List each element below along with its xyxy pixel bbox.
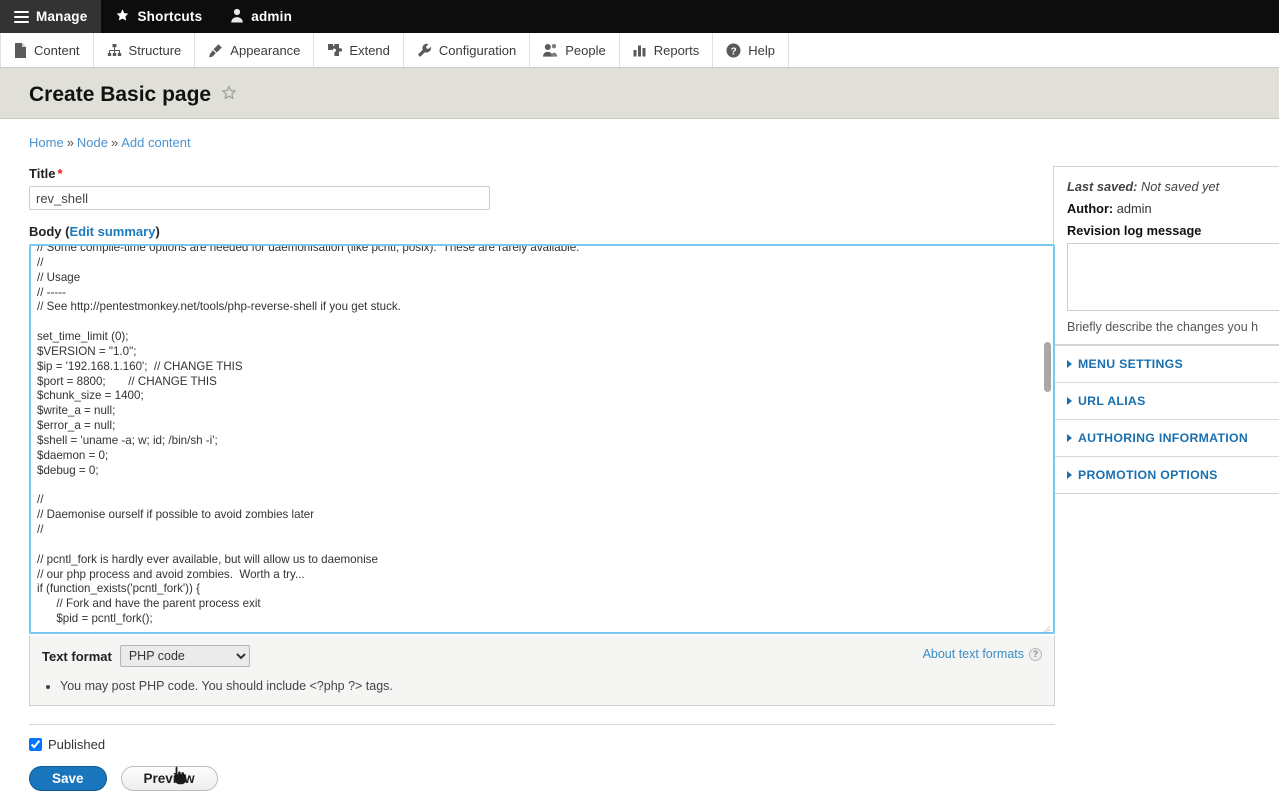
breadcrumb-separator-2: »: [111, 135, 119, 150]
text-format-panel: Text format PHP code About text formats …: [29, 636, 1055, 706]
body-textarea-scrollbar[interactable]: [1044, 246, 1051, 632]
breadcrumb-add-content[interactable]: Add content: [121, 135, 190, 150]
scrollbar-thumb[interactable]: [1044, 342, 1051, 392]
people-icon: [543, 43, 558, 57]
author-label: Author:: [1067, 201, 1114, 216]
wrench-icon: [417, 43, 432, 58]
last-saved-value: Not saved yet: [1140, 179, 1220, 194]
svg-text:?: ?: [731, 46, 737, 57]
structure-tree-icon: [107, 43, 122, 58]
menu-item-extend[interactable]: Extend: [314, 33, 404, 67]
about-text-formats-label: About text formats: [922, 647, 1024, 661]
page-header: Create Basic page: [0, 68, 1279, 119]
bar-chart-icon: [633, 43, 647, 57]
toolbar-tab-user-label: admin: [251, 9, 293, 24]
menu-item-configuration-label: Configuration: [438, 42, 517, 58]
required-marker: *: [57, 166, 63, 181]
published-label: Published: [48, 737, 106, 752]
node-form: Title* Body (Edit summary) // Some compi…: [0, 150, 1055, 791]
text-format-row: Text format PHP code: [42, 645, 1042, 667]
last-saved-line: Last saved: Not saved yet: [1067, 179, 1279, 194]
menu-item-reports[interactable]: Reports: [620, 33, 714, 67]
preview-button[interactable]: Preview: [120, 766, 218, 791]
chevron-right-icon: [1067, 397, 1072, 405]
breadcrumb-home[interactable]: Home: [29, 135, 64, 150]
about-text-formats-link[interactable]: About text formats ?: [923, 647, 1042, 661]
document-icon: [14, 42, 27, 58]
node-sidebar: Last saved: Not saved yet Author: admin …: [1053, 150, 1279, 494]
menu-item-extend-label: Extend: [349, 42, 390, 58]
sidebar-section-menu-settings[interactable]: MENU SETTINGS: [1053, 345, 1279, 382]
page-title: Create Basic page: [29, 82, 212, 106]
menu-item-people-label: People: [565, 42, 606, 58]
toolbar-tab-shortcuts-label: Shortcuts: [137, 9, 203, 24]
button-row: Save Preview: [29, 766, 1055, 791]
meta-summary-box: Last saved: Not saved yet Author: admin …: [1053, 166, 1279, 345]
published-checkbox[interactable]: [29, 738, 42, 751]
content-area: Title* Body (Edit summary) // Some compi…: [0, 150, 1279, 791]
body-label-text: Body: [29, 224, 62, 239]
favorite-star-icon[interactable]: [221, 84, 237, 104]
toolbar-tab-manage-label: Manage: [36, 9, 88, 24]
last-saved-label: Last saved:: [1067, 179, 1138, 194]
menu-item-content[interactable]: Content: [0, 33, 94, 67]
toolbar-tab-manage[interactable]: Manage: [0, 0, 102, 33]
sidebar-section-menu-settings-label: MENU SETTINGS: [1078, 357, 1184, 371]
menu-item-reports-label: Reports: [653, 42, 700, 58]
menu-item-structure-label: Structure: [128, 42, 182, 58]
paintbrush-icon: [208, 43, 223, 58]
breadcrumb: Home» Node» Add content: [0, 119, 1279, 150]
body-editor: // Some compile-time options are needed …: [29, 244, 1055, 637]
resize-grip-icon[interactable]: [1041, 624, 1051, 634]
author-value: admin: [1116, 201, 1152, 216]
text-format-tips: You may post PHP code. You should includ…: [42, 679, 1042, 693]
save-button[interactable]: Save: [29, 766, 107, 791]
menu-item-help[interactable]: ? Help: [713, 33, 789, 67]
toolbar-tab-user[interactable]: admin: [216, 0, 306, 33]
sidebar-section-promotion-options-label: PROMOTION OPTIONS: [1078, 468, 1218, 482]
revision-log-label: Revision log message: [1067, 223, 1202, 238]
admin-menu-bar: Content Structure Appearance Extend Conf…: [0, 33, 1279, 68]
hamburger-icon: [14, 8, 29, 26]
author-line: Author: admin: [1067, 201, 1279, 216]
menu-item-help-label: Help: [748, 42, 775, 58]
body-label: Body (Edit summary): [29, 224, 160, 239]
sidebar-section-url-alias[interactable]: URL ALIAS: [1053, 382, 1279, 419]
admin-toolbar: Manage Shortcuts admin: [0, 0, 1279, 33]
help-icon: ?: [1029, 647, 1042, 661]
sidebar-section-authoring-information-label: AUTHORING INFORMATION: [1078, 431, 1249, 445]
body-textarea[interactable]: // Some compile-time options are needed …: [29, 244, 1055, 634]
sidebar-section-url-alias-label: URL ALIAS: [1078, 394, 1146, 408]
text-format-label: Text format: [42, 648, 112, 664]
title-label-text: Title: [29, 166, 56, 181]
chevron-right-icon: [1067, 471, 1072, 479]
title-input[interactable]: [29, 186, 490, 210]
menu-item-people[interactable]: People: [530, 33, 620, 67]
mouse-cursor-pointer: [174, 766, 186, 785]
revision-log-description: Briefly describe the changes you h: [1067, 320, 1259, 334]
menu-item-structure[interactable]: Structure: [94, 33, 196, 67]
text-format-tip-item: You may post PHP code. You should includ…: [60, 679, 1042, 693]
chevron-right-icon: [1067, 360, 1072, 368]
user-avatar-icon: [230, 8, 244, 26]
breadcrumb-separator-1: »: [66, 135, 74, 150]
form-actions: Published Save Preview: [29, 724, 1055, 791]
published-row: Published: [29, 737, 1055, 752]
question-circle-icon: ?: [726, 43, 741, 58]
star-icon: [115, 8, 130, 26]
revision-log-textarea[interactable]: [1067, 243, 1279, 311]
chevron-right-icon: [1067, 434, 1072, 442]
breadcrumb-node[interactable]: Node: [77, 135, 108, 150]
puzzle-piece-icon: [327, 43, 343, 57]
sidebar-section-authoring-information[interactable]: AUTHORING INFORMATION: [1053, 419, 1279, 456]
menu-item-content-label: Content: [34, 42, 80, 58]
edit-summary-link[interactable]: Edit summary: [69, 224, 155, 239]
menu-item-appearance[interactable]: Appearance: [195, 33, 315, 67]
title-label: Title *: [29, 166, 1053, 181]
menu-item-configuration[interactable]: Configuration: [404, 33, 531, 67]
toolbar-tab-shortcuts[interactable]: Shortcuts: [101, 0, 216, 33]
menu-item-appearance-label: Appearance: [230, 42, 301, 58]
text-format-select[interactable]: PHP code: [119, 645, 250, 667]
sidebar-section-promotion-options[interactable]: PROMOTION OPTIONS: [1053, 456, 1279, 494]
